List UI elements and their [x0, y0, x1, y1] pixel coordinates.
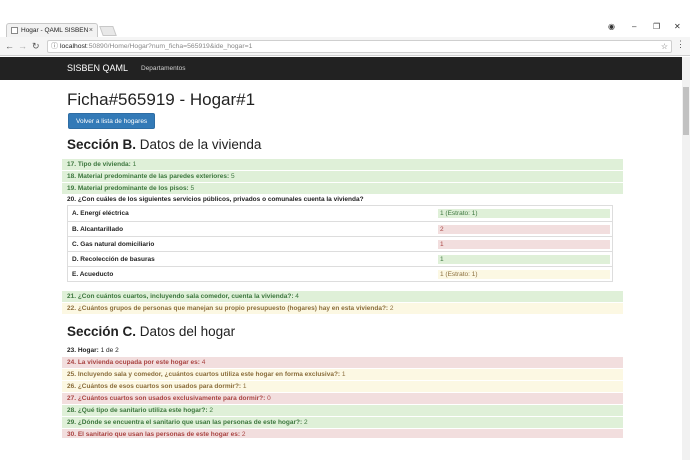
section-c-label: Sección C.: [67, 324, 137, 339]
service-value: 1: [438, 240, 610, 249]
service-value: 1 (Estrato: 1): [438, 209, 610, 218]
table-row: E. Acueducto 1 (Estrato: 1): [68, 266, 612, 281]
question-row: 21. ¿Con cuántos cuartos, incluyendo sal…: [62, 291, 623, 302]
page-icon: [11, 27, 18, 34]
question-row: 19. Material predominante de los pisos: …: [62, 183, 623, 194]
question-row: 23. Hogar: 1 de 2: [67, 347, 119, 354]
minimize-icon[interactable]: –: [632, 22, 636, 31]
question-row: 22. ¿Cuántos grupos de personas que mane…: [62, 303, 623, 314]
page-scrollbar[interactable]: [682, 57, 690, 460]
bookmark-star-icon[interactable]: ☆: [661, 41, 668, 52]
forward-arrow-icon[interactable]: →: [18, 39, 27, 53]
question-row: 26. ¿Cuántos de esos cuartos son usados …: [62, 381, 623, 392]
question-row: 18. Material predominante de las paredes…: [62, 171, 623, 182]
section-c-name: Datos del hogar: [139, 324, 236, 339]
table-row: D. Recolección de basuras 1: [68, 251, 612, 266]
browser-tab[interactable]: Hogar - QAML SISBEN ×: [6, 23, 98, 37]
service-value: 2: [438, 225, 610, 234]
new-tab-button[interactable]: [99, 26, 117, 36]
section-c-title: Sección C. Datos del hogar: [67, 324, 235, 339]
question-row: 25. Incluyendo sala y comedor, ¿cuántos …: [62, 369, 623, 380]
question-row: 20. ¿Con cuáles de los siguientes servic…: [67, 196, 364, 203]
question-row: 17. Tipo de vivienda: 1: [62, 159, 623, 170]
service-value: 1 (Estrato: 1): [438, 270, 610, 279]
back-to-households-button[interactable]: Volver a lista de hogares: [68, 113, 156, 129]
close-tab-icon[interactable]: ×: [89, 24, 93, 37]
address-bar: ← → ↻ ⓘ localhost:50890/Home/Hogar?num_f…: [0, 37, 690, 56]
services-table: A. Energí eléctrica 1 (Estrato: 1) B. Al…: [67, 205, 613, 282]
question-row: 24. La vivienda ocupada por este hogar e…: [62, 357, 623, 368]
info-icon[interactable]: ⓘ: [51, 41, 58, 52]
section-b-title: Sección B. Datos de la vivienda: [67, 137, 261, 152]
site-navbar: SISBEN QAML Departamentos: [0, 57, 690, 80]
section-b-label: Sección B.: [67, 137, 137, 152]
url-host: localhost: [60, 43, 87, 50]
question-row: 28. ¿Qué tipo de sanitario utiliza este …: [62, 405, 623, 416]
question-row: 27. ¿Cuántos cuartos son usados exclusiv…: [62, 393, 623, 404]
question-row: 29. ¿Dónde se encuentra el sanitario que…: [62, 417, 623, 428]
table-row: C. Gas natural domiciliario 1: [68, 236, 612, 251]
url-path: :50890/Home/Hogar?num_ficha=565919&ide_h…: [86, 43, 253, 50]
navbar-brand[interactable]: SISBEN QAML: [67, 57, 128, 80]
question-row: 30. El sanitario que usan las personas d…: [62, 429, 623, 438]
maximize-icon[interactable]: ❐: [653, 22, 660, 31]
table-row: A. Energí eléctrica 1 (Estrato: 1): [68, 206, 612, 221]
page-title: Ficha#565919 - Hogar#1: [67, 90, 256, 109]
section-b-name: Datos de la vivienda: [139, 137, 262, 152]
browser-menu-icon[interactable]: ⋮: [676, 39, 685, 50]
url-input[interactable]: ⓘ localhost:50890/Home/Hogar?num_ficha=5…: [47, 40, 672, 53]
browser-tabstrip: Hogar - QAML SISBEN × ◉ – ❐ ✕: [0, 0, 690, 37]
nav-link-departamentos[interactable]: Departamentos: [141, 57, 185, 80]
reload-icon[interactable]: ↻: [32, 39, 40, 53]
profile-icon[interactable]: ◉: [608, 22, 615, 31]
service-value: 1: [438, 255, 610, 264]
back-arrow-icon[interactable]: ←: [5, 39, 14, 53]
browser-tab-title: Hogar - QAML SISBEN: [21, 27, 89, 34]
scrollbar-thumb[interactable]: [683, 87, 689, 135]
table-row: B. Alcantarillado 2: [68, 221, 612, 236]
close-window-icon[interactable]: ✕: [674, 22, 681, 31]
